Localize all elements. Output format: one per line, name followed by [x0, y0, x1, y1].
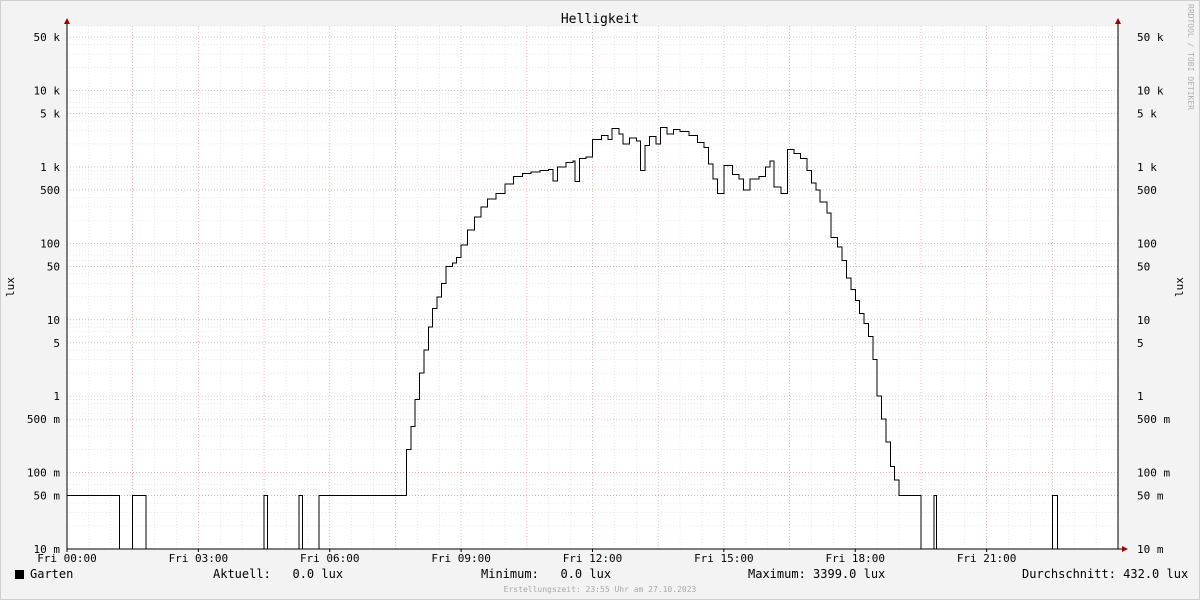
- y-tick-label: 100 m: [27, 467, 60, 480]
- y-tick-label-right: 10: [1137, 314, 1150, 327]
- y-tick-label-right: 1: [1137, 390, 1144, 403]
- y-tick-label-right: 50 k: [1137, 31, 1164, 44]
- y-tick-label: 50 m: [34, 490, 61, 503]
- rrdtool-watermark: RRDTOOL / TOBI OETIKER: [1186, 4, 1195, 110]
- y-tick-label: 50: [47, 260, 60, 273]
- y-tick-label-right: 5 k: [1137, 108, 1157, 121]
- y-tick-label-right: 50 m: [1137, 490, 1164, 503]
- y-tick-label: 500 m: [27, 413, 60, 426]
- x-tick-label: Fri 09:00: [431, 552, 491, 565]
- x-tick-label: Fri 21:00: [957, 552, 1017, 565]
- y-tick-label-right: 100 m: [1137, 467, 1170, 480]
- x-tick-label: Fri 06:00: [300, 552, 360, 565]
- y-tick-label-right: 500: [1137, 184, 1157, 197]
- y-tick-label: 50 k: [34, 31, 61, 44]
- y-tick-label-right: 10 k: [1137, 85, 1164, 98]
- y-tick-label: 100: [40, 237, 60, 250]
- stat-durchschnitt: Durchschnitt: 432.0 lux: [1022, 567, 1189, 581]
- x-tick-label: Fri 12:00: [563, 552, 623, 565]
- y-axis-right-arrow: [1115, 18, 1121, 24]
- y-tick-label-right: 100: [1137, 237, 1157, 250]
- y-axis-label-right: lux: [1173, 277, 1186, 297]
- legend-series-name: Garten: [30, 567, 74, 581]
- chart: 50 k 50 k 10 k 10 k 5 k 5 k 1 k 1 k 500 500 100 100…: [4, 12, 1186, 565]
- chart-title: Helligkeit: [561, 12, 639, 27]
- y-tick-label-right: 500 m: [1137, 413, 1170, 426]
- y-tick-label-right: 5: [1137, 337, 1144, 350]
- x-tick-label: Fri 18:00: [825, 552, 885, 565]
- legend-item-garten: Garten: [15, 567, 73, 581]
- y-tick-label: 10 k: [34, 85, 61, 98]
- y-axis-label: lux: [4, 277, 17, 297]
- stat-maximum: Maximum: 3399.0 lux: [748, 567, 886, 581]
- y-tick-label: 1 k: [40, 161, 60, 174]
- x-tick-label: Fri 00:00: [37, 552, 97, 565]
- y-tick-label: 5 k: [40, 108, 60, 121]
- creation-time-footer: Erstellungszeit: 23:55 Uhr am 27.10.2023: [503, 585, 697, 594]
- y-axis-arrow: [64, 18, 70, 24]
- y-tick-label-right: 1 k: [1137, 161, 1157, 174]
- y-tick-label: 10: [47, 314, 60, 327]
- stat-aktuell: Aktuell: 0.0 lux: [213, 567, 344, 581]
- stat-minimum: Minimum: 0.0 lux: [481, 567, 612, 581]
- x-tick-label: Fri 15:00: [694, 552, 754, 565]
- x-axis-arrow: [1122, 546, 1128, 552]
- y-tick-label-right: 50: [1137, 260, 1150, 273]
- y-tick-label: 5: [53, 337, 60, 350]
- y-tick-label: 1: [53, 390, 60, 403]
- y-tick-label-right: 10 m: [1137, 543, 1164, 556]
- legend-swatch: [15, 570, 24, 579]
- y-tick-label: 500: [40, 184, 60, 197]
- x-tick-label: Fri 03:00: [169, 552, 229, 565]
